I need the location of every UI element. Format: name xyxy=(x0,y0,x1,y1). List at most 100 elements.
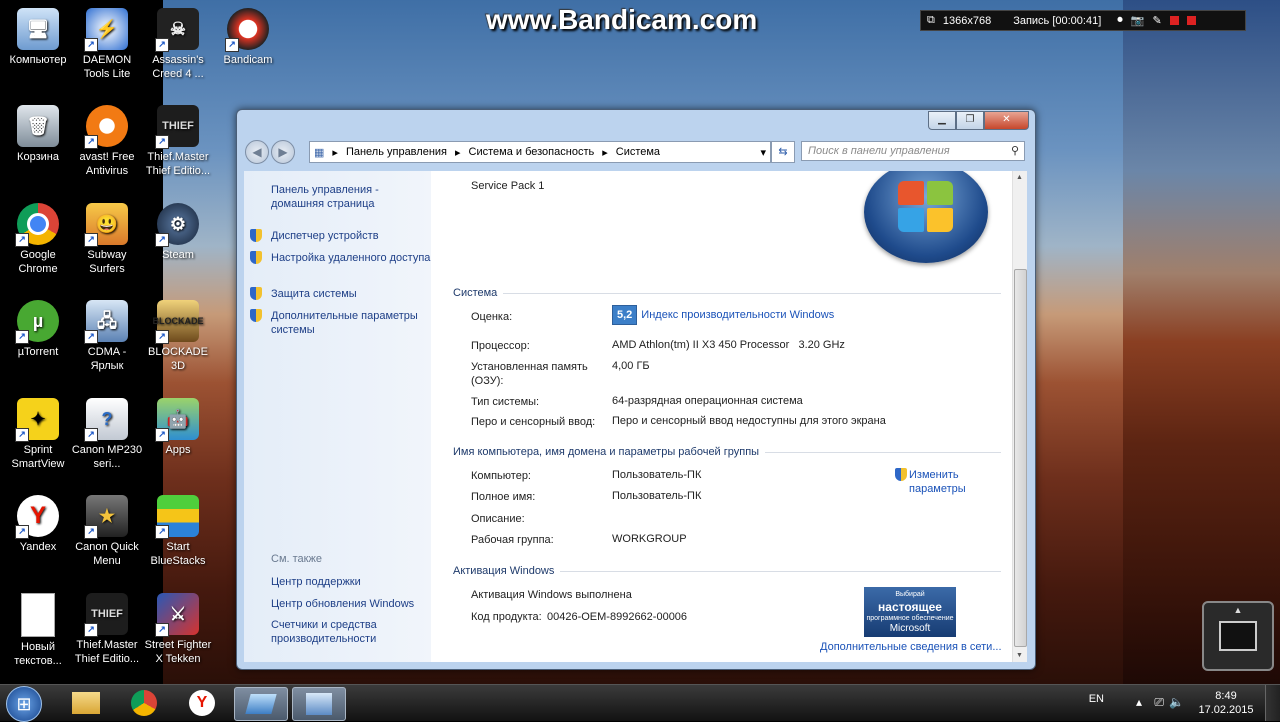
computer-value: Пользователь-ПК xyxy=(612,469,702,481)
bandicam-recording-bar: ⧉ 1366x768 Запись [00:00:41] ⏺ 📷 ✎ xyxy=(920,10,1246,31)
genuine-microsoft-badge[interactable]: Выбирай настоящее программное обеспечени… xyxy=(864,587,956,637)
refresh-button[interactable]: ⇆ xyxy=(771,141,795,163)
assassins-creed-icon: ☠ ↗ xyxy=(155,8,199,52)
action-center-link[interactable]: Центр поддержки xyxy=(271,575,431,589)
close-icon[interactable] xyxy=(1186,16,1196,25)
performance-tools-link[interactable]: Счетчики и средства производительности xyxy=(271,618,431,646)
pen-touch-value: Перо и сенсорный ввод недоступны для это… xyxy=(612,415,886,427)
service-pack-text: Service Pack 1 xyxy=(471,180,545,192)
clock[interactable]: 8:49 17.02.2015 xyxy=(1196,689,1256,717)
breadcrumb-system-security[interactable]: Система и безопасность xyxy=(469,146,595,158)
desktop-icon-bandicam[interactable]: ↗ Bandicam xyxy=(212,8,284,67)
daemon-tools-icon: ⚡ ↗ xyxy=(84,8,128,52)
desktop-icon-google-chrome[interactable]: ↗ Google Chrome xyxy=(2,203,74,276)
shield-icon xyxy=(895,468,907,481)
vertical-scrollbar[interactable]: ▲ ▼ xyxy=(1012,171,1027,662)
workgroup-value: WORKGROUP xyxy=(612,533,687,545)
control-panel-icon xyxy=(306,693,332,715)
navigation-bar: ◀ ▶ ▦ ▸ Панель управления ▸ Система и бе… xyxy=(245,140,1027,164)
computer-label: Компьютер: xyxy=(471,470,531,482)
taskbar-explorer[interactable] xyxy=(60,687,112,719)
change-settings-link[interactable]: Изменить параметры xyxy=(895,468,975,496)
search-icon[interactable]: ⚲ xyxy=(1011,144,1019,157)
system-type-label: Тип системы: xyxy=(471,396,540,408)
shield-icon xyxy=(250,309,262,322)
desktop-icon-canon-mp230[interactable]: ? ↗ Canon MP230 seri... xyxy=(71,398,143,471)
desktop-icon-cdma[interactable]: 🖧 ↗ CDMA - Ярлык xyxy=(71,300,143,373)
network-icon[interactable]: ⎚ xyxy=(1154,695,1164,710)
utorrent-icon: µ ↗ xyxy=(15,300,59,344)
window-icon xyxy=(245,694,277,714)
scroll-down-icon[interactable]: ▼ xyxy=(1016,652,1023,659)
chevron-down-icon[interactable]: ▾ xyxy=(760,146,766,159)
desktop-icon-subway-surfers[interactable]: 😃 ↗ Subway Surfers xyxy=(71,203,143,276)
search-input[interactable]: Поиск в панели управления ⚲ xyxy=(801,141,1025,161)
desktop-icon-thief[interactable]: THIEF ↗ Thief.Master Thief Editio... xyxy=(142,105,214,178)
maximize-button[interactable]: ❐ xyxy=(956,111,984,130)
pencil-icon[interactable]: ✎ xyxy=(1152,14,1161,27)
desktop-icon-steam[interactable]: ⚙ ↗ Steam xyxy=(142,203,214,262)
desktop-icon-assassins-creed[interactable]: ☠ ↗ Assassin's Creed 4 ... xyxy=(142,8,214,81)
system-window: ▁ ❐ ✕ ◀ ▶ ▦ ▸ Панель управления ▸ Систем… xyxy=(236,109,1036,670)
desktop-icon-bluestacks[interactable]: ↗ Start BlueStacks xyxy=(142,495,214,568)
chevron-up-icon: ▲ xyxy=(1233,605,1243,615)
desktop-icon-avast[interactable]: ↗ avast! Free Antivirus xyxy=(71,105,143,178)
desktop-icon-computer[interactable]: 🖥 Компьютер xyxy=(2,8,74,67)
taskbar-window-1[interactable] xyxy=(234,687,288,721)
device-manager-link[interactable]: Диспетчер устройств xyxy=(250,229,431,243)
taskbar: ⊞ Y EN ▴ ⎚ 🔈 8:49 17.02.2015 xyxy=(0,684,1280,722)
desktop-icon-daemon-tools[interactable]: ⚡ ↗ DAEMON Tools Lite xyxy=(71,8,143,81)
scrollbar-thumb[interactable] xyxy=(1014,269,1027,647)
system-protection-link[interactable]: Защита системы xyxy=(250,287,431,301)
close-button[interactable]: ✕ xyxy=(984,111,1029,130)
control-panel-icon: ▦ xyxy=(314,146,325,159)
desktop-icon-utorrent[interactable]: µ ↗ µTorrent xyxy=(2,300,74,359)
address-bar[interactable]: ▦ ▸ Панель управления ▸ Система и безопа… xyxy=(309,141,771,163)
desktop-icon-apps[interactable]: 🤖 ↗ Apps xyxy=(142,398,214,457)
start-button[interactable]: ⊞ xyxy=(6,686,42,722)
taskbar-control-panel[interactable] xyxy=(292,687,346,721)
touch-keyboard-widget[interactable]: ▲ xyxy=(1202,601,1274,671)
pause-icon[interactable]: ⏺ xyxy=(1117,14,1123,27)
desktop-icon-blockade-3d[interactable]: BLOCKADE ↗ BLOCKADE 3D xyxy=(142,300,214,373)
desktop-icon-recycle-bin[interactable]: 🗑 Корзина xyxy=(2,105,74,164)
stop-icon[interactable] xyxy=(1169,16,1179,25)
taskbar-chrome[interactable] xyxy=(118,687,170,719)
rating-badge: 5,2 xyxy=(612,305,638,325)
computer-name-section-heading: Имя компьютера, имя домена и параметры р… xyxy=(453,446,1001,458)
breadcrumb-system[interactable]: Система xyxy=(616,146,660,158)
remote-settings-link[interactable]: Настройка удаленного доступа xyxy=(250,251,431,265)
system-type-value: 64-разрядная операционная система xyxy=(612,395,803,407)
control-panel-home-link[interactable]: Панель управления - домашняя страница xyxy=(271,183,431,211)
scroll-up-icon[interactable]: ▲ xyxy=(1016,174,1023,181)
more-info-online-link[interactable]: Дополнительные сведения в сети... xyxy=(820,641,1002,653)
volume-icon[interactable]: 🔈 xyxy=(1169,695,1184,709)
window-content: Панель управления - домашняя страница Ди… xyxy=(244,171,1027,662)
desktop-icon-sprint-smartview[interactable]: ✦ ↗ Sprint SmartView xyxy=(2,398,74,471)
windows-update-link[interactable]: Центр обновления Windows xyxy=(271,597,431,611)
desktop-icon-canon-quick-menu[interactable]: ★ ↗ Canon Quick Menu xyxy=(71,495,143,568)
chevron-up-icon[interactable]: ▴ xyxy=(1136,695,1142,709)
product-key-value: 00426-OEM-8992662-00006 xyxy=(547,611,688,623)
desktop-icon-yandex[interactable]: Y ↗ Yandex xyxy=(2,495,74,554)
see-also-heading: См. также xyxy=(271,553,322,565)
desktop-icon-new-text-document[interactable]: Новый текстов... xyxy=(2,593,74,668)
camera-icon[interactable]: 📷 xyxy=(1131,14,1145,27)
back-button[interactable]: ◀ xyxy=(245,140,269,164)
left-task-pane: Панель управления - домашняя страница Ди… xyxy=(244,171,431,662)
taskbar-yandex[interactable]: Y xyxy=(176,687,228,719)
breadcrumb-control-panel[interactable]: Панель управления xyxy=(346,146,447,158)
minimize-button[interactable]: ▁ xyxy=(928,111,956,130)
show-desktop-button[interactable] xyxy=(1265,685,1280,721)
language-indicator[interactable]: EN xyxy=(1089,693,1104,705)
forward-button[interactable]: ▶ xyxy=(271,140,295,164)
yandex-icon: Y ↗ xyxy=(15,495,59,539)
shield-icon xyxy=(250,229,262,242)
android-apps-icon: 🤖 ↗ xyxy=(155,398,199,442)
activation-status: Активация Windows выполнена xyxy=(471,589,632,601)
advanced-system-settings-link[interactable]: Дополнительные параметры системы xyxy=(250,309,431,337)
desktop-icon-street-fighter[interactable]: ⚔ ↗ Street Fighter X Tekken xyxy=(142,593,214,666)
desktop-icon-thief-2[interactable]: THIEF ↗ Thief.Master Thief Editio... xyxy=(71,593,143,666)
help-document-icon: ? ↗ xyxy=(84,398,128,442)
performance-index-link[interactable]: Индекс производительности Windows xyxy=(641,309,834,321)
